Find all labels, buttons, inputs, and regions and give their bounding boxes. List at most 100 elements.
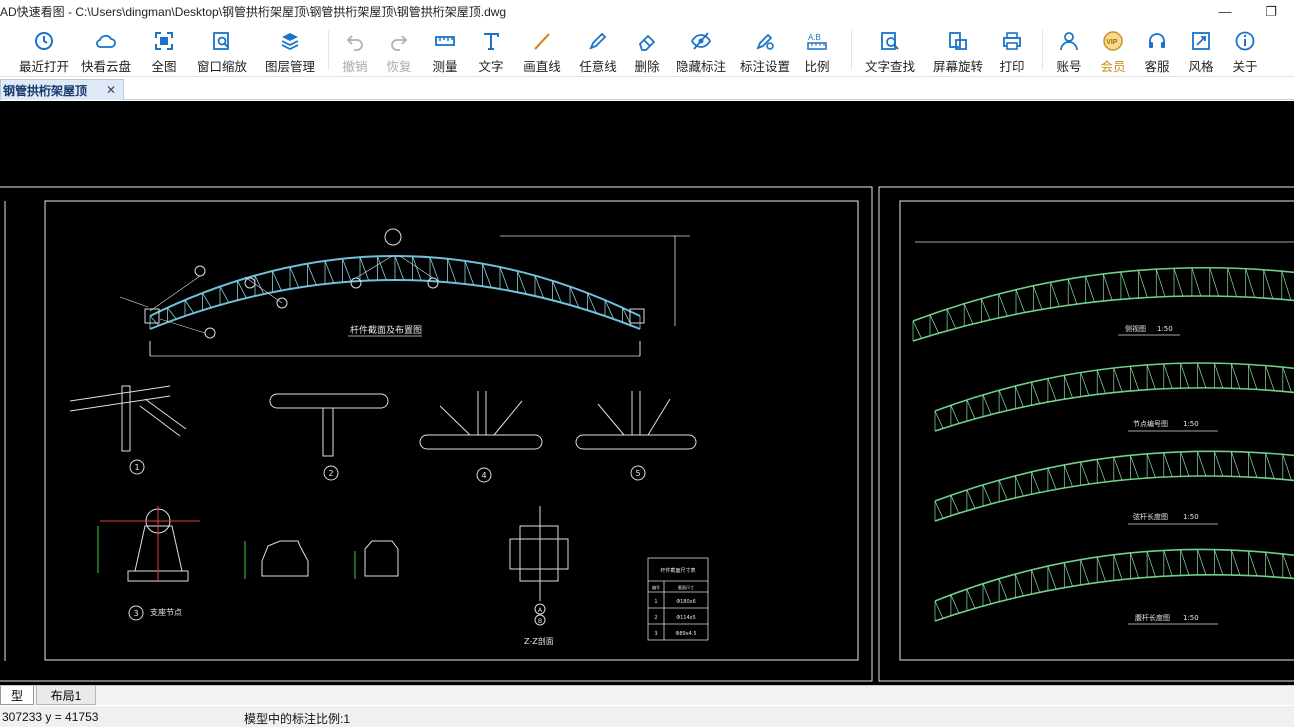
cloud-icon [96,34,116,48]
detail-label-3: 3 [133,609,138,618]
headset-icon [1149,33,1165,48]
node-numbering-scale: 1:50 [1183,420,1199,428]
detail-label-b: B [538,618,542,625]
draw-line-button[interactable]: 画直线 [517,23,567,77]
pen-gear-icon [756,33,774,50]
layer-management-button[interactable]: 图层管理 [260,23,320,77]
eye-off-icon [690,32,712,50]
truss-web-members [934,362,1292,431]
plan-title: 杆件截面及布置图 [350,324,422,336]
side-view-title: 侧视图 [1125,324,1146,333]
ratio-button[interactable]: A:B 比例 [797,23,837,77]
window-zoom-button[interactable]: 窗口缩放 [192,23,252,77]
main-toolbar: 最近打开 快看云盘 全图 窗口缩放 图层管理 撤销 恢复 测量 文字 画直线 任… [0,23,1294,77]
style-button[interactable]: 风格 [1181,23,1221,77]
scale-ratio-icon: A:B [807,33,827,50]
layout1-tab[interactable]: 布局1 [36,686,96,705]
model-tab[interactable]: 型 [0,686,35,705]
sheet-frame-left [0,186,873,682]
delete-button[interactable]: 删除 [627,23,667,77]
table-header-no: 编号 [652,584,660,590]
annotation-scale-text: 模型中的标注比例:1 [244,712,351,726]
support-details [97,506,569,601]
sheet-frame-right [878,186,1294,682]
layout-tab-bar: 型 布局1 [0,685,1294,705]
window-title: AD快速看图 - C:\Users\dingman\Desktop\钢管拱桁架屋… [0,5,507,19]
table-cell: 2 [654,615,657,621]
clock-icon [35,32,53,50]
text-t-icon [484,33,499,50]
detail-label-4: 4 [481,471,486,480]
toolbar-separator [328,30,329,70]
hide-annotation-button[interactable]: 隐藏标注 [671,23,731,77]
node-numbering-title: 节点编号图 [1133,419,1168,428]
section-zz-title: Z-Z剖面 [524,636,554,646]
web-length-scale: 1:50 [1183,614,1199,622]
full-view-button[interactable]: 全图 [142,23,186,77]
toolbar-separator [851,30,852,70]
support-detail-title: 支座节点 [150,607,182,617]
truss-web-members [934,451,1292,521]
table-cell: 3 [654,631,657,637]
zoom-window-icon [213,32,230,50]
close-tab-icon[interactable]: ✕ [106,83,116,97]
layers-icon [281,33,299,51]
toolbar-separator [1042,30,1043,70]
cad-drawing: 杆件截面及布置图 1 2 4 5 3 支座节点 A B Z-Z剖面 杆件截面尺寸… [0,186,1294,682]
print-button[interactable]: 打印 [992,23,1032,77]
measure-button[interactable]: 测量 [425,23,465,77]
document-tab-label: 钢管拱桁架屋顶 [3,83,88,98]
recent-open-button[interactable]: 最近打开 [14,23,74,77]
undo-icon [346,35,363,51]
screen-rotate-button[interactable]: 屏幕旋转 [928,23,988,77]
redo-button[interactable]: 恢复 [379,23,419,77]
drawing-canvas[interactable]: 杆件截面及布置图 1 2 4 5 3 支座节点 A B Z-Z剖面 杆件截面尺寸… [0,101,1294,685]
window-controls: — ❐ [1202,0,1294,23]
vip-button[interactable]: VIP 会员 [1093,23,1133,77]
about-button[interactable]: 关于 [1225,23,1265,77]
coordinate-readout: 307233 y = 41753 [2,710,99,724]
text-search-button[interactable]: 文字查找 [860,23,920,77]
vip-badge-icon: VIP [1103,31,1123,51]
truss-web-members [934,549,1292,621]
ruler-icon [435,36,455,46]
text-button[interactable]: 文字 [471,23,511,77]
side-view-scale: 1:50 [1157,325,1173,333]
user-icon [1060,32,1078,51]
document-tab-bar: 钢管拱桁架屋顶 ✕ [0,77,1294,100]
detail-label-2: 2 [328,469,333,478]
undo-button[interactable]: 撤销 [335,23,375,77]
table-header-size: 截面尺寸 [678,584,694,590]
arch-truss [119,228,690,357]
account-button[interactable]: 账号 [1049,23,1089,77]
table-cell: Φ89x4.5 [675,631,696,637]
annotation-settings-button[interactable]: 标注设置 [735,23,795,77]
printer-icon [1003,32,1021,50]
right-arch-views [912,241,1294,622]
theme-icon [1192,32,1210,50]
document-tab[interactable]: 钢管拱桁架屋顶 ✕ [0,79,124,100]
truss-web-members [912,267,1292,341]
chord-length-scale: 1:50 [1183,513,1199,521]
svg-text:VIP: VIP [1106,39,1118,46]
table-cell: 1 [654,599,657,605]
title-bar: AD快速看图 - C:\Users\dingman\Desktop\钢管拱桁架屋… [0,0,1294,23]
chord-length-title: 弦杆长度图 [1133,512,1168,521]
rotate-icon [949,32,967,50]
freehand-button[interactable]: 任意线 [573,23,623,77]
minimize-button[interactable]: — [1202,0,1248,23]
line-icon [534,33,550,50]
restore-button[interactable]: ❐ [1248,0,1294,23]
table-cell: Φ114x5 [676,615,696,621]
pen-icon [589,32,607,50]
search-doc-icon [881,32,899,50]
table-cell: Φ180x6 [676,599,696,605]
eraser-icon [638,34,656,51]
fit-view-icon [155,32,173,50]
status-bar: 307233 y = 41753 模型中的标注比例:1 [0,706,1294,727]
info-icon [1235,31,1255,51]
detail-nodes [69,385,697,457]
table-title: 杆件截面尺寸表 [660,567,695,574]
support-button[interactable]: 客服 [1137,23,1177,77]
cloud-disk-button[interactable]: 快看云盘 [76,23,136,77]
